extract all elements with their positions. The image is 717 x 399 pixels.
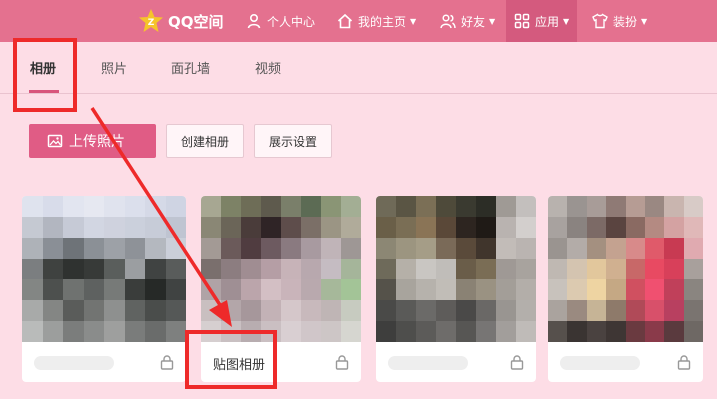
album-cover — [376, 196, 536, 342]
shirt-icon — [592, 13, 608, 29]
logo-text: QQ空间 — [168, 12, 224, 31]
lock-icon — [335, 355, 349, 370]
annotation-box-albums-tab — [13, 38, 77, 112]
display-settings-button[interactable]: 展示设置 — [254, 124, 332, 158]
upload-image-icon — [47, 134, 63, 148]
chevron-down-icon: ▼ — [489, 16, 496, 26]
lock-icon — [677, 355, 691, 370]
apps-icon — [514, 13, 530, 29]
nav-label: 个人中心 — [267, 14, 316, 29]
album-card[interactable] — [22, 196, 186, 382]
qzone-logo[interactable]: Z QQ空间 — [138, 7, 224, 35]
chevron-down-icon: ▼ — [641, 16, 648, 26]
home-icon — [337, 13, 353, 29]
album-card[interactable] — [376, 196, 536, 382]
nav-personal-center[interactable]: 个人中心 — [246, 0, 315, 42]
upload-photos-button[interactable]: 上传照片 — [29, 124, 156, 158]
user-icon — [247, 13, 261, 29]
star-logo-icon: Z — [139, 9, 163, 32]
annotation-box-sticker-album — [185, 330, 277, 389]
chevron-down-icon: ▼ — [563, 16, 570, 26]
nav-apps[interactable]: 应用 ▼ — [506, 0, 578, 42]
album-footer — [376, 342, 536, 382]
create-album-button[interactable]: 创建相册 — [166, 124, 244, 158]
svg-text:Z: Z — [148, 18, 155, 28]
nav-label: 装扮 — [613, 14, 638, 29]
album-card[interactable] — [548, 196, 703, 382]
top-nav: Z QQ空间 个人中心 我的主页 ▼ 好友 ▼ 应用 ▼ 装扮 ▼ — [0, 0, 717, 42]
album-cover — [22, 196, 186, 342]
album-tabs: 相册 照片 面孔墙 视频 — [0, 42, 717, 94]
upload-label: 上传照片 — [69, 134, 125, 150]
tab-face-wall[interactable]: 面孔墙 — [171, 58, 210, 77]
lock-icon — [160, 355, 174, 370]
album-name-blurred — [388, 356, 468, 370]
album-cover — [548, 196, 703, 342]
album-footer — [548, 342, 703, 382]
chevron-down-icon: ▼ — [410, 16, 417, 26]
nav-decorate[interactable]: 装扮 ▼ — [592, 0, 647, 42]
album-footer — [22, 342, 186, 382]
nav-label: 我的主页 — [358, 14, 407, 29]
album-name-blurred — [34, 356, 114, 370]
nav-my-homepage[interactable]: 我的主页 ▼ — [337, 0, 416, 42]
album-cover — [201, 196, 361, 342]
album-name-blurred — [560, 356, 640, 370]
nav-friends[interactable]: 好友 ▼ — [440, 0, 495, 42]
lock-icon — [510, 355, 524, 370]
nav-label: 好友 — [461, 14, 486, 29]
tab-videos[interactable]: 视频 — [255, 58, 281, 77]
friends-icon — [440, 14, 456, 29]
nav-label: 应用 — [535, 14, 560, 29]
tab-photos[interactable]: 照片 — [101, 58, 127, 77]
